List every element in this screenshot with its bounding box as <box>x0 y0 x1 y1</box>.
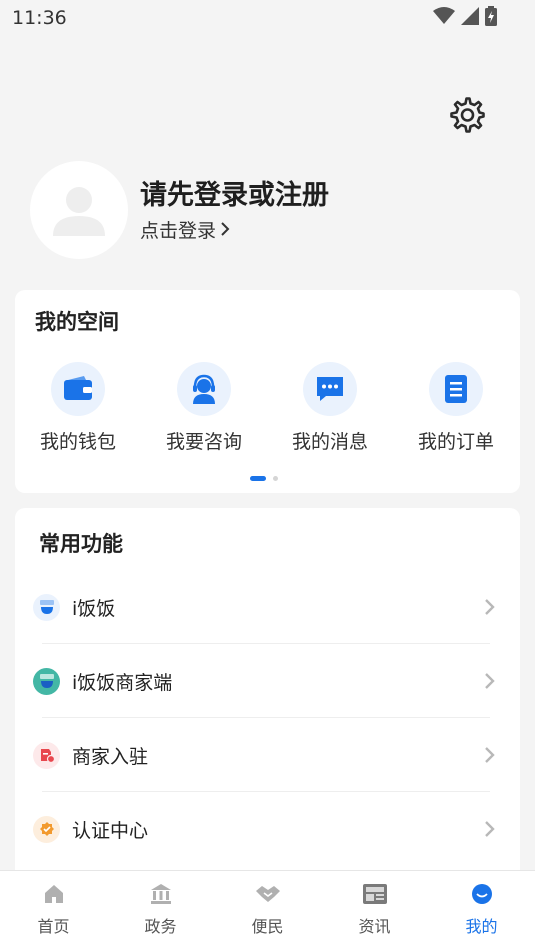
page-indicator <box>250 476 278 481</box>
common-functions-list: i饭饭 i饭饭商家端 商家入驻 认证中心 <box>15 570 520 866</box>
my-space-item-label: 我的钱包 <box>39 431 116 453</box>
page-indicator-active <box>250 476 266 481</box>
message-icon <box>303 362 357 416</box>
avatar[interactable] <box>30 161 128 259</box>
merchant-join-icon <box>33 741 60 769</box>
gear-icon <box>450 97 485 133</box>
login-link[interactable]: 点击登录 <box>140 216 329 243</box>
battery-icon <box>485 6 497 26</box>
home-icon <box>44 885 63 903</box>
status-time: 11:36 <box>12 7 67 29</box>
function-item-label: i饭饭商家端 <box>72 671 173 694</box>
tab-label: 我的 <box>465 917 498 936</box>
wifi-icon <box>433 7 455 24</box>
profile-header[interactable]: 请先登录或注册 点击登录 <box>30 161 329 259</box>
login-link-label: 点击登录 <box>140 219 217 242</box>
government-icon <box>150 884 171 904</box>
settings-button[interactable] <box>449 96 487 134</box>
my-space-item-messages[interactable]: 我的消息 <box>267 362 393 454</box>
function-item-ifanfan-merchant[interactable]: i饭饭商家端 <box>15 644 520 718</box>
order-icon <box>429 362 483 416</box>
tab-label: 政务 <box>144 917 177 936</box>
my-space-item-label: 我要咨询 <box>165 431 242 453</box>
status-icons <box>433 6 497 26</box>
signal-icon <box>461 7 479 25</box>
tab-label: 首页 <box>37 917 70 936</box>
my-space-grid: 我的钱包 我要咨询 我的消息 我的订单 <box>15 362 520 454</box>
my-space-item-consult[interactable]: 我要咨询 <box>141 362 267 454</box>
chevron-right-icon <box>485 599 495 615</box>
function-item-merchant-join[interactable]: 商家入驻 <box>15 718 520 792</box>
handshake-icon <box>255 886 280 902</box>
status-bar: 11:36 <box>0 0 535 36</box>
ifanfan-icon <box>33 593 60 621</box>
function-item-label: i饭饭 <box>72 597 116 620</box>
profile-icon <box>471 884 492 904</box>
my-space-title: 我的空间 <box>35 310 119 334</box>
chevron-right-icon <box>485 673 495 689</box>
my-space-card: 我的空间 我的钱包 我要咨询 我的消息 我的订单 <box>15 290 520 493</box>
tab-home[interactable]: 首页 <box>0 871 107 951</box>
page-indicator-dot <box>273 476 278 481</box>
common-functions-card: 常用功能 i饭饭 i饭饭商家端 商家入驻 认证中心 <box>15 508 520 888</box>
my-space-item-label: 我的消息 <box>291 431 368 453</box>
my-space-item-wallet[interactable]: 我的钱包 <box>15 362 141 454</box>
chevron-right-icon <box>485 821 495 837</box>
common-functions-title: 常用功能 <box>39 532 123 556</box>
ifanfan-merchant-icon <box>33 667 60 695</box>
tab-label: 便民 <box>251 917 284 936</box>
function-item-ifanfan[interactable]: i饭饭 <box>15 570 520 644</box>
tab-convenience[interactable]: 便民 <box>214 871 321 951</box>
default-avatar-icon <box>53 187 105 236</box>
my-space-item-label: 我的订单 <box>417 431 494 453</box>
function-item-certification[interactable]: 认证中心 <box>15 792 520 866</box>
tab-government[interactable]: 政务 <box>107 871 214 951</box>
login-prompt-title: 请先登录或注册 <box>140 179 329 211</box>
consult-icon <box>177 362 231 416</box>
bottom-tab-bar: 首页 政务 便民 资讯 我的 <box>0 870 535 951</box>
function-item-label: 商家入驻 <box>72 745 149 768</box>
function-item-label: 认证中心 <box>72 819 149 842</box>
tab-news[interactable]: 资讯 <box>321 871 428 951</box>
news-icon <box>362 884 387 904</box>
my-space-item-orders[interactable]: 我的订单 <box>393 362 519 454</box>
certification-icon <box>33 815 60 843</box>
tab-label: 资讯 <box>358 917 391 936</box>
tab-mine[interactable]: 我的 <box>428 871 535 951</box>
chevron-right-icon <box>221 222 230 236</box>
wallet-icon <box>51 362 105 416</box>
chevron-right-icon <box>485 747 495 763</box>
